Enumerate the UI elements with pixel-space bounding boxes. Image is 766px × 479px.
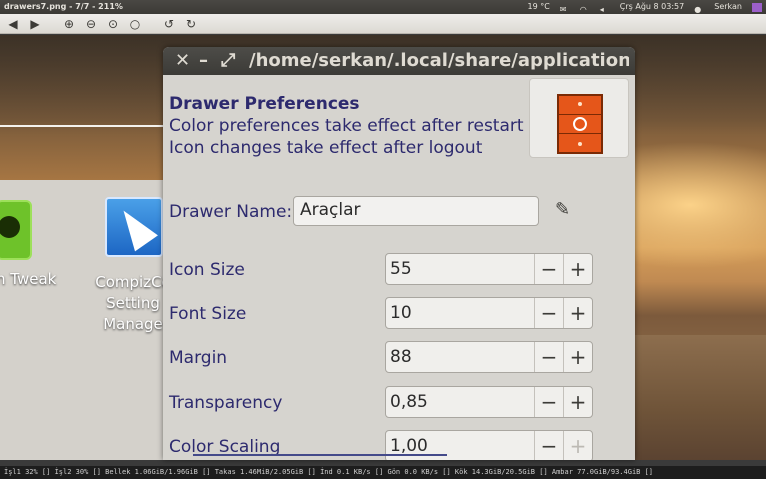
dialog-title: /home/serkan/.local/share/applications/A — [249, 50, 629, 71]
drawer-knob — [578, 102, 582, 106]
drawer-cabinet-icon — [557, 94, 603, 154]
user-icon: ● — [694, 4, 702, 14]
drawer-divider — [559, 114, 601, 115]
increment-button[interactable]: + — [563, 387, 592, 417]
increment-button[interactable]: + — [563, 254, 592, 284]
minimize-icon[interactable]: – — [199, 51, 208, 71]
dialog-titlebar[interactable]: ✕ – ⤢ /home/serkan/.local/share/applicat… — [163, 47, 635, 75]
increment-button[interactable]: + — [563, 342, 592, 372]
system-monitor-bar: İşl1 32% [] İşl2 30% [] Bellek 1.06GiB/1… — [0, 466, 766, 479]
forward-icon[interactable]: ▶ — [26, 16, 44, 32]
preferences-heading: Drawer Preferences — [169, 94, 360, 114]
drawer-name-label: Drawer Name: — [169, 202, 293, 222]
increment-button[interactable]: + — [563, 298, 592, 328]
tweak-app-label: n Tweak — [0, 270, 57, 288]
compiz-app-icon[interactable] — [105, 197, 163, 257]
landscape-field — [632, 335, 766, 460]
clock[interactable]: Çrş Ağu 8 03:57 — [620, 0, 684, 14]
preferences-header: Drawer Preferences Color preferences tak… — [169, 93, 524, 159]
font-size-value[interactable]: 10 — [390, 303, 412, 323]
icon-size-label: Icon Size — [169, 260, 245, 280]
volume-icon[interactable]: ◂ — [600, 3, 610, 14]
close-icon[interactable]: ✕ — [175, 51, 190, 71]
maximize-icon[interactable]: ⤢ — [221, 51, 235, 71]
margin-value[interactable]: 88 — [390, 347, 412, 367]
drawer-icon-button[interactable] — [529, 78, 629, 158]
indicator-area: 19 °C ✉ ◠ ◂ Çrş Ağu 8 03:57 ● Serkan — [527, 0, 762, 14]
decrement-button[interactable]: − — [534, 254, 563, 284]
decrement-button[interactable]: − — [534, 298, 563, 328]
decrement-button[interactable]: − — [534, 342, 563, 372]
viewer-toolbar: ◀ ▶ ⊕ ⊖ ⊙ ○ ↺ ↻ — [0, 14, 766, 34]
mail-icon[interactable]: ✉ — [560, 3, 570, 14]
edit-pencil-icon[interactable]: ✎ — [555, 199, 579, 223]
font-size-spin[interactable]: 10 − + — [385, 297, 593, 329]
margin-label: Margin — [169, 348, 228, 368]
icon-size-value[interactable]: 55 — [390, 259, 412, 279]
transparency-value[interactable]: 0,85 — [390, 392, 428, 412]
increment-button[interactable]: + — [563, 431, 592, 460]
rotate-left-icon[interactable]: ↺ — [160, 16, 178, 32]
zoom-out-icon[interactable]: ⊖ — [82, 16, 100, 32]
decrement-button[interactable]: − — [534, 387, 563, 417]
tweak-gear-icon — [0, 216, 20, 238]
transparency-label: Transparency — [169, 393, 283, 413]
rotate-right-icon[interactable]: ↻ — [182, 16, 200, 32]
zoom-in-icon[interactable]: ⊕ — [60, 16, 78, 32]
drawer-knob — [578, 142, 582, 146]
margin-spin[interactable]: 88 − + — [385, 341, 593, 373]
focus-underline — [193, 454, 447, 456]
ubuntu-logo-icon — [573, 117, 587, 131]
transparency-spin[interactable]: 0,85 − + — [385, 386, 593, 418]
drawer-divider — [559, 133, 601, 134]
top-panel: drawers7.png - 7/7 - 211% 19 °C ✉ ◠ ◂ Çr… — [0, 0, 766, 14]
zoom-fit-icon[interactable]: ⊙ — [104, 16, 122, 32]
decrement-button[interactable]: − — [534, 431, 563, 460]
user-name[interactable]: Serkan — [714, 0, 742, 14]
back-icon[interactable]: ◀ — [4, 16, 22, 32]
tweak-app-icon[interactable] — [0, 200, 32, 260]
drawer-preferences-dialog: ✕ – ⤢ /home/serkan/.local/share/applicat… — [163, 47, 635, 460]
icon-size-spin[interactable]: 55 − + — [385, 253, 593, 285]
color-scaling-value[interactable]: 1,00 — [390, 436, 428, 456]
drawer-name-input[interactable]: Araçlar — [293, 196, 539, 226]
icon-note: Icon changes take effect after logout — [169, 138, 483, 158]
cursor-arrow-icon — [112, 202, 158, 252]
wifi-icon[interactable]: ◠ — [580, 3, 590, 14]
temperature[interactable]: 19 °C — [527, 0, 549, 14]
power-icon[interactable] — [752, 2, 762, 12]
color-note: Color preferences take effect after rest… — [169, 116, 524, 136]
desktop-divider — [0, 125, 165, 127]
font-size-label: Font Size — [169, 304, 247, 324]
zoom-original-icon[interactable]: ○ — [126, 16, 144, 32]
window-title: drawers7.png - 7/7 - 211% — [4, 2, 123, 11]
